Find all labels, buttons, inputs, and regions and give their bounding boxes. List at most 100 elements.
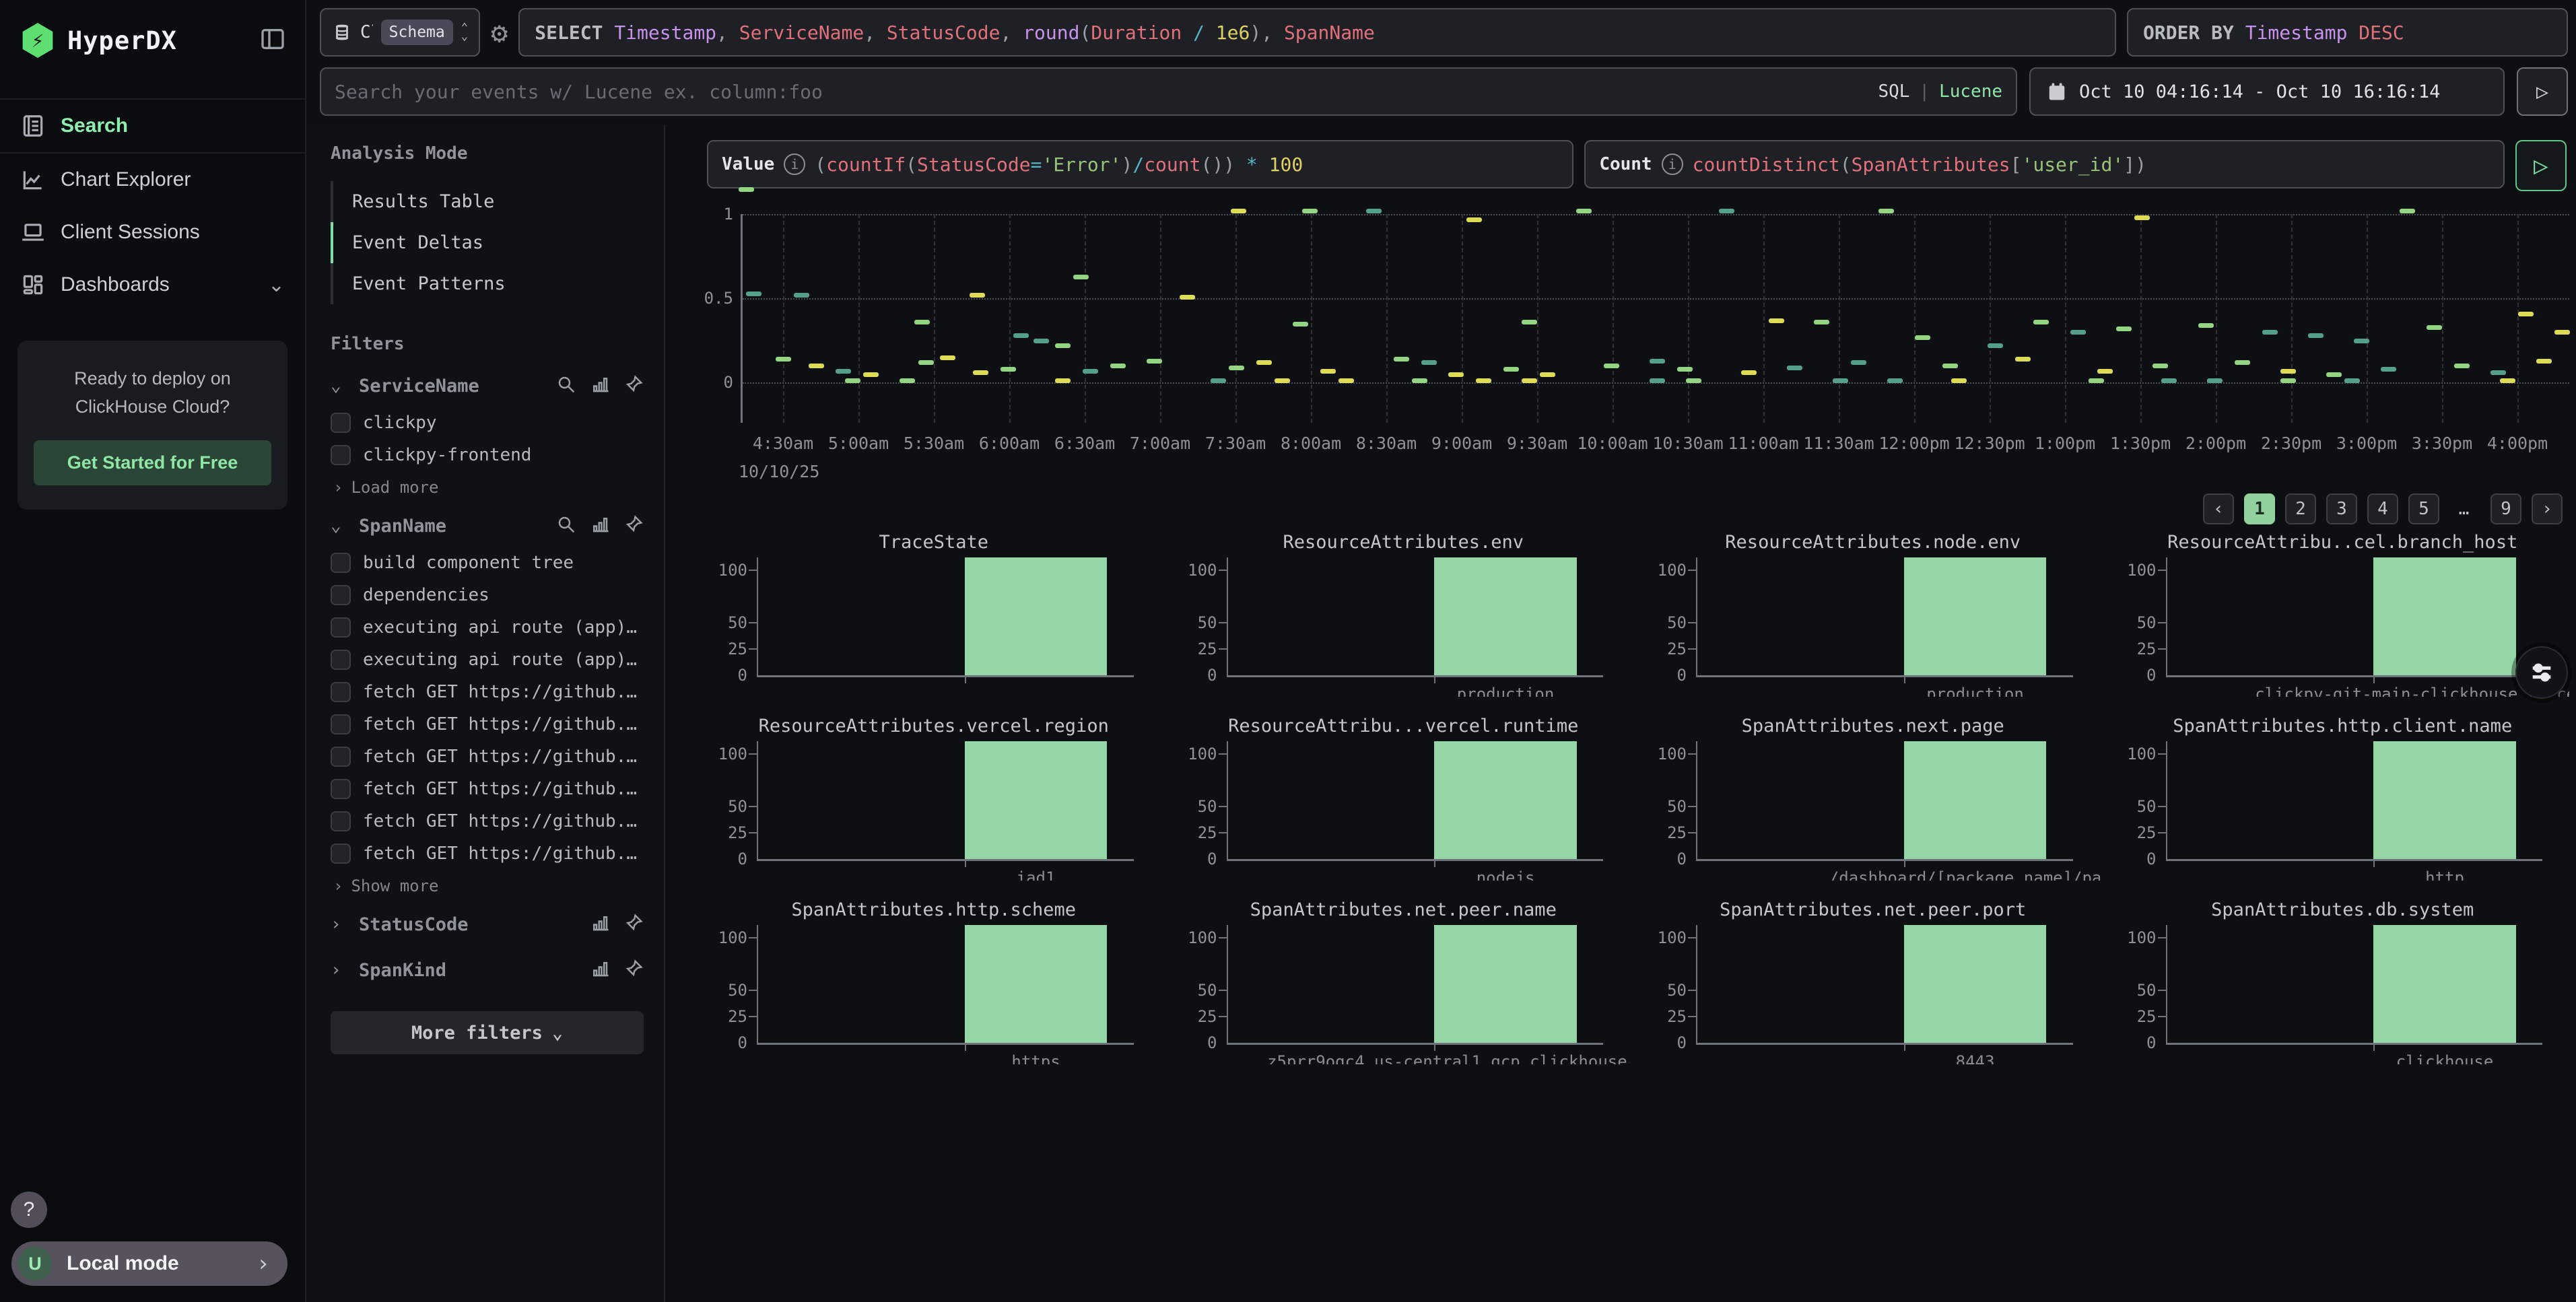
filter-load-more[interactable]: ›Load more: [331, 471, 644, 501]
count-expression-input[interactable]: Count i countDistinct(SpanAttributes['us…: [1584, 140, 2505, 189]
filter-group-header-servicename[interactable]: ⌄ServiceName: [331, 361, 644, 407]
search-icon[interactable]: [556, 514, 576, 537]
more-filters-button[interactable]: More filters ⌄: [331, 1011, 644, 1054]
mini-y-tick: [749, 1016, 757, 1017]
page-button-5[interactable]: 5: [2408, 493, 2439, 524]
page-button-3[interactable]: 3: [2326, 493, 2357, 524]
checkbox[interactable]: [331, 585, 351, 605]
attribute-chart[interactable]: SpanAttributes.net.peer.name10050250z5pr…: [1177, 899, 1631, 1064]
sidebar-item-client-sessions[interactable]: Client Sessions: [0, 206, 305, 259]
gear-icon[interactable]: ⚙: [491, 8, 508, 57]
data-point: [1951, 378, 1967, 383]
bar-chart-icon[interactable]: [590, 913, 610, 936]
attribute-chart[interactable]: ResourceAttributes.vercel.region10050250…: [707, 716, 1161, 881]
attribute-chart[interactable]: TraceState10050250: [707, 532, 1161, 697]
data-point: [1540, 372, 1555, 377]
sidebar-item-chart-explorer[interactable]: Chart Explorer: [0, 153, 305, 206]
mode-lucene-toggle[interactable]: Lucene: [1939, 81, 2002, 102]
attribute-chart[interactable]: SpanAttributes.next.page10050250/dashboa…: [1646, 716, 2100, 881]
filter-option-label: fetch GET https://github.…: [363, 747, 637, 767]
search-icon[interactable]: [556, 374, 576, 397]
filter-option[interactable]: dependencies: [331, 579, 644, 611]
filter-group-header-spanname[interactable]: ⌄SpanName: [331, 501, 644, 547]
filter-option[interactable]: executing api route (app)…: [331, 644, 644, 676]
attribute-chart[interactable]: SpanAttributes.db.system10050250clickhou…: [2116, 899, 2570, 1064]
checkbox[interactable]: [331, 844, 351, 864]
filter-option[interactable]: clickpy: [331, 407, 644, 439]
checkbox[interactable]: [331, 779, 351, 799]
value-expression-input[interactable]: Value i (countIf(StatusCode='Error')/cou…: [707, 140, 1573, 189]
select-expression-input[interactable]: SELECT Timestamp, ServiceName, StatusCod…: [518, 8, 2116, 57]
bar-chart-icon[interactable]: [590, 959, 610, 982]
sidebar-item-search[interactable]: Search: [0, 98, 305, 153]
checkbox[interactable]: [331, 553, 351, 573]
time-range-picker[interactable]: Oct 10 04:16:14 - Oct 10 16:16:14: [2029, 67, 2505, 116]
page-button-4[interactable]: 4: [2367, 493, 2398, 524]
filter-group-header-statuscode[interactable]: ›StatusCode: [331, 899, 644, 945]
mini-y-label: 0: [2146, 666, 2156, 685]
checkbox[interactable]: [331, 445, 351, 465]
search-run-button[interactable]: ▷: [2517, 67, 2568, 116]
pin-icon[interactable]: [623, 374, 644, 397]
schema-badge[interactable]: Schema: [381, 20, 453, 45]
attribute-chart[interactable]: ResourceAttributes.env10050250production: [1177, 532, 1631, 697]
filter-option[interactable]: build component tree: [331, 547, 644, 579]
attribute-chart[interactable]: ResourceAttribu..cel.branch_host10050250…: [2116, 532, 2570, 697]
search-input[interactable]: Search your events w/ Lucene ex. column:…: [320, 67, 2017, 116]
filter-option[interactable]: fetch GET https://github.…: [331, 837, 644, 870]
mini-x-tick: [965, 1043, 966, 1051]
analysis-mode-results-table[interactable]: Results Table: [331, 181, 644, 222]
checkbox[interactable]: [331, 682, 351, 702]
checkbox[interactable]: [331, 650, 351, 670]
attribute-chart[interactable]: SpanAttributes.http.client.name10050250h…: [2116, 716, 2570, 881]
sql-token: ORDER BY: [2143, 22, 2245, 44]
order-by-input[interactable]: ORDER BY Timestamp DESC: [2127, 8, 2568, 57]
prev-page-button[interactable]: ‹: [2203, 493, 2234, 524]
bar-chart-icon[interactable]: [590, 374, 610, 397]
filter-show-more[interactable]: ›Show more: [331, 870, 644, 899]
data-point: [2235, 360, 2250, 365]
filter-option[interactable]: fetch GET https://github.…: [331, 773, 644, 805]
attribute-chart[interactable]: SpanAttributes.http.scheme10050250https: [707, 899, 1161, 1064]
filter-option[interactable]: clickpy-frontend: [331, 439, 644, 471]
help-button[interactable]: ?: [11, 1192, 47, 1228]
next-page-button[interactable]: ›: [2532, 493, 2563, 524]
checkbox[interactable]: [331, 617, 351, 638]
page-button-1[interactable]: 1: [2244, 493, 2275, 524]
filter-option[interactable]: fetch GET https://github.…: [331, 708, 644, 741]
filter-option[interactable]: executing api route (app)…: [331, 611, 644, 644]
filter-option[interactable]: fetch GET https://github.…: [331, 676, 644, 708]
collapse-sidebar-icon[interactable]: [259, 26, 286, 55]
event-deltas-chart[interactable]: 10.504:30am5:00am5:30am6:00am6:30am7:00a…: [741, 214, 2569, 423]
analysis-mode-event-patterns[interactable]: Event Patterns: [331, 263, 644, 304]
mini-y-label: 50: [728, 981, 747, 1000]
checkbox[interactable]: [331, 747, 351, 767]
mini-y-tick: [2158, 648, 2166, 650]
attribute-bar: [2373, 925, 2516, 1043]
source-select[interactable]: ClickPy Traces Schema ⌃⌄: [320, 8, 480, 57]
filter-option[interactable]: fetch GET https://github.…: [331, 741, 644, 773]
checkbox[interactable]: [331, 714, 351, 734]
mode-sql-toggle[interactable]: SQL: [1878, 81, 1909, 102]
pin-icon[interactable]: [623, 959, 644, 982]
pin-icon[interactable]: [623, 514, 644, 537]
pin-icon[interactable]: [623, 913, 644, 936]
checkbox[interactable]: [331, 811, 351, 831]
analysis-mode-event-deltas[interactable]: Event Deltas: [331, 222, 644, 263]
page-button-2[interactable]: 2: [2285, 493, 2316, 524]
chart-options-button[interactable]: [2515, 646, 2568, 699]
filter-group-header-spankind[interactable]: ›SpanKind: [331, 945, 644, 991]
attribute-chart[interactable]: ResourceAttributes.node.env10050250produ…: [1646, 532, 2100, 697]
run-analysis-button[interactable]: ▷: [2515, 140, 2567, 191]
checkbox[interactable]: [331, 413, 351, 433]
filter-option[interactable]: fetch GET https://github.…: [331, 805, 644, 837]
bar-chart-icon[interactable]: [590, 514, 610, 537]
page-button-9[interactable]: 9: [2490, 493, 2521, 524]
sidebar-item-dashboards[interactable]: Dashboards ⌄: [0, 259, 305, 311]
user-menu[interactable]: U Local mode ›: [11, 1241, 287, 1286]
attribute-chart[interactable]: ResourceAttribu...vercel.runtime10050250…: [1177, 716, 1631, 881]
get-started-button[interactable]: Get Started for Free: [34, 440, 271, 485]
attribute-chart[interactable]: SpanAttributes.net.peer.port100502508443: [1646, 899, 2100, 1064]
mini-y-label: 0: [2146, 1033, 2156, 1052]
sql-token: 'Error': [1042, 153, 1121, 176]
